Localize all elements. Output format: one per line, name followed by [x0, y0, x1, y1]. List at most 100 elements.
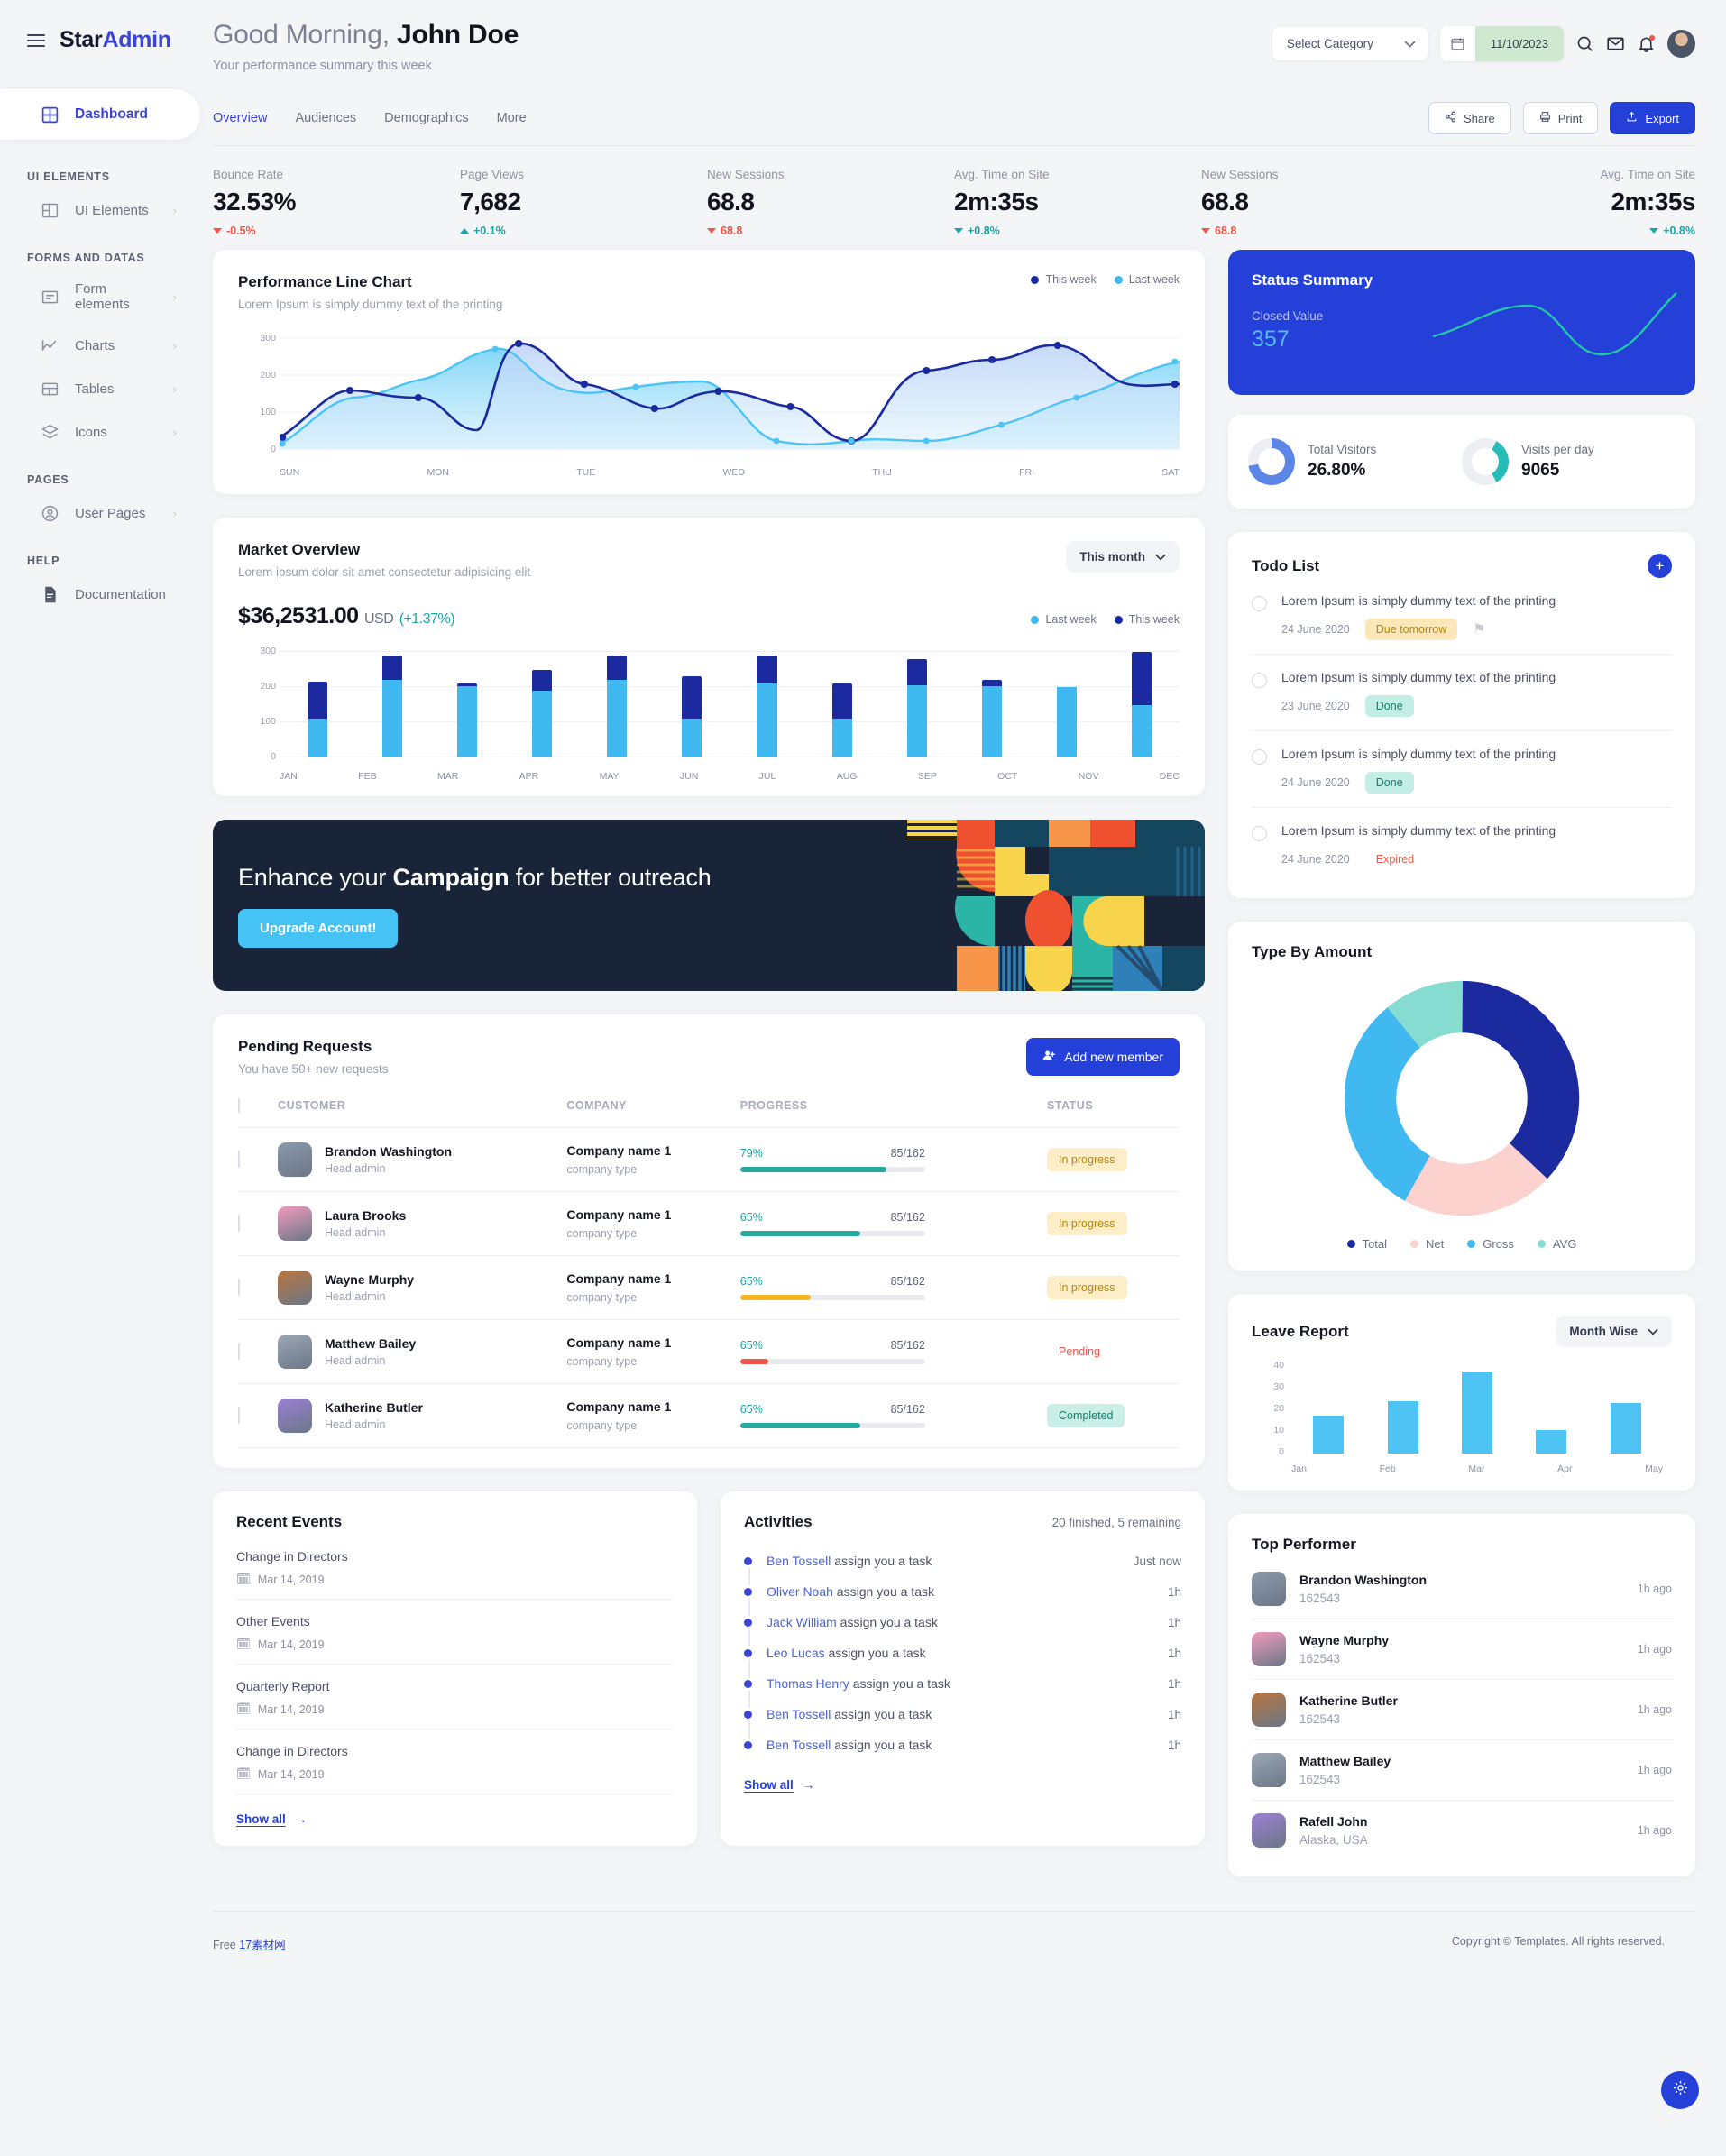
search-icon[interactable] — [1575, 34, 1594, 53]
performer-row[interactable]: Matthew Bailey 162543 1h ago — [1252, 1740, 1672, 1801]
calendar-icon — [1440, 27, 1475, 60]
todo-checkbox[interactable] — [1252, 826, 1267, 841]
performer-row[interactable]: Wayne Murphy 162543 1h ago — [1252, 1619, 1672, 1680]
card-subtitle: You have 50+ new requests — [238, 1062, 389, 1076]
upgrade-account-button[interactable]: Upgrade Account! — [238, 908, 399, 948]
activity-row[interactable]: Ben Tossell assign you a task 1h — [744, 1729, 1181, 1760]
sidebar-item-user-pages[interactable]: User Pages › — [0, 491, 200, 535]
sidebar-item-charts[interactable]: Charts › — [0, 324, 200, 367]
layers-icon — [40, 422, 60, 442]
avatar — [1252, 1813, 1286, 1848]
activity-user-link[interactable]: Thomas Henry — [767, 1676, 849, 1691]
tab-demographics[interactable]: Demographics — [384, 111, 469, 125]
todo-badge: Done — [1364, 695, 1414, 717]
row-checkbox[interactable] — [238, 1407, 240, 1424]
todo-item[interactable]: Lorem Ipsum is simply dummy text of the … — [1252, 578, 1672, 655]
layout-icon — [40, 200, 60, 220]
print-button[interactable]: Print — [1522, 102, 1599, 134]
add-todo-button[interactable]: + — [1648, 554, 1672, 578]
event-row[interactable]: Other Events 🗓 Mar 14, 2019 — [236, 1600, 674, 1665]
pending-requests-table: CUSTOMER COMPANY PROGRESS STATUS Brandon… — [238, 1098, 1180, 1448]
activity-row[interactable]: Ben Tossell assign you a task 1h — [744, 1699, 1181, 1729]
bar-column — [906, 652, 927, 757]
todo-checkbox[interactable] — [1252, 596, 1267, 611]
add-new-member-button[interactable]: Add new member — [1026, 1038, 1180, 1076]
todo-badge: Due tomorrow — [1364, 619, 1458, 640]
todo-checkbox[interactable] — [1252, 749, 1267, 765]
x-tick: SEP — [917, 771, 937, 782]
sidebar-item-icons[interactable]: Icons › — [0, 410, 200, 454]
activity-user-link[interactable]: Jack William — [767, 1615, 837, 1629]
settings-button[interactable] — [1661, 2071, 1699, 2109]
performer-name: Rafell John — [1299, 1814, 1368, 1829]
bell-icon[interactable] — [1637, 34, 1656, 53]
category-select[interactable]: Select Category — [1272, 27, 1428, 60]
table-row[interactable]: Laura Brooks Head admin Company name 1 comp… — [238, 1191, 1180, 1256]
brand-logo[interactable]: StarAdmin — [60, 27, 171, 53]
x-tick: Apr — [1557, 1463, 1573, 1474]
footer-copyright: Copyright © Templates. All rights reserv… — [1451, 1935, 1665, 1948]
sidebar-item-dashboard[interactable]: Dashboard — [0, 89, 200, 140]
export-button[interactable]: Export — [1610, 102, 1695, 134]
todo-item[interactable]: Lorem Ipsum is simply dummy text of the … — [1252, 808, 1672, 884]
y-axis: 300 200 100 0 — [238, 646, 280, 762]
activity-row[interactable]: Thomas Henry assign you a task 1h — [744, 1668, 1181, 1699]
tab-overview[interactable]: Overview — [213, 111, 267, 125]
kpi-delta-value: -0.5% — [226, 225, 256, 237]
table-row[interactable]: Wayne Murphy Head admin Company name 1 comp… — [238, 1255, 1180, 1320]
todo-item[interactable]: Lorem Ipsum is simply dummy text of the … — [1252, 731, 1672, 808]
todo-item[interactable]: Lorem Ipsum is simply dummy text of the … — [1252, 655, 1672, 731]
leave-period-dropdown[interactable]: Month Wise — [1556, 1316, 1672, 1347]
bar-chart-plot: 300 200 100 0 — [238, 646, 1180, 763]
table-row[interactable]: Brandon Washington Head admin Company name… — [238, 1127, 1180, 1192]
kpi-delta: 68.8 — [707, 225, 954, 237]
share-button[interactable]: Share — [1428, 102, 1511, 134]
menu-toggle-icon[interactable] — [27, 33, 45, 47]
select-all-checkbox[interactable] — [238, 1098, 240, 1113]
recent-events-show-all[interactable]: Show all → — [236, 1812, 674, 1826]
todo-checkbox[interactable] — [1252, 673, 1267, 688]
activity-user-link[interactable]: Ben Tossell — [767, 1738, 831, 1752]
kpi-delta: -0.5% — [213, 225, 460, 237]
timeline-dot — [744, 1740, 752, 1749]
company-name: Company name 1 — [566, 1399, 672, 1414]
row-checkbox[interactable] — [238, 1343, 240, 1360]
event-row[interactable]: Change in Directors 🗓 Mar 14, 2019 — [236, 1535, 674, 1600]
activity-user-link[interactable]: Leo Lucas — [767, 1646, 825, 1660]
activities-show-all[interactable]: Show all → — [744, 1778, 1181, 1792]
row-checkbox[interactable] — [238, 1215, 240, 1232]
sidebar-item-tables[interactable]: Tables › — [0, 367, 200, 410]
avatar[interactable] — [1667, 30, 1695, 58]
activity-user-link[interactable]: Ben Tossell — [767, 1554, 831, 1568]
activity-row[interactable]: Leo Lucas assign you a task 1h — [744, 1638, 1181, 1668]
sidebar-item-ui-elements[interactable]: UI Elements › — [0, 188, 200, 232]
footer-link[interactable]: 17素材网 — [239, 1939, 285, 1951]
activity-row[interactable]: Ben Tossell assign you a task Just now — [744, 1546, 1181, 1576]
event-row[interactable]: Quarterly Report 🗓 Mar 14, 2019 — [236, 1665, 674, 1729]
event-row[interactable]: Change in Directors 🗓 Mar 14, 2019 — [236, 1729, 674, 1794]
performer-row[interactable]: Katherine Butler 162543 1h ago — [1252, 1680, 1672, 1740]
sidebar-item-form-elements[interactable]: Form elements › — [0, 270, 200, 324]
performer-row[interactable]: Brandon Washington 162543 1h ago — [1252, 1559, 1672, 1619]
date-picker[interactable]: 11/10/2023 — [1439, 26, 1564, 61]
y-axis: 40 30 20 10 0 — [1252, 1360, 1288, 1457]
sidebar-item-documentation[interactable]: Documentation — [0, 573, 200, 616]
activity-user-link[interactable]: Ben Tossell — [767, 1707, 831, 1721]
sidebar: StarAdmin Dashboard UI ELEMENTS UI Eleme… — [0, 0, 200, 2156]
performer-row[interactable]: Rafell John Alaska, USA 1h ago — [1252, 1801, 1672, 1860]
row-checkbox[interactable] — [238, 1151, 240, 1168]
tab-audiences[interactable]: Audiences — [295, 111, 356, 125]
table-row[interactable]: Katherine Butler Head admin Company name 1… — [238, 1383, 1180, 1448]
legend-item-last-week: Last week — [1031, 613, 1097, 626]
company-type: company type — [566, 1419, 638, 1432]
activity-row[interactable]: Jack William assign you a task 1h — [744, 1607, 1181, 1638]
activity-row[interactable]: Oliver Noah assign you a task 1h — [744, 1576, 1181, 1607]
arrow-down-icon — [707, 228, 716, 234]
legend-label: This week — [1045, 273, 1097, 286]
tab-more[interactable]: More — [497, 111, 527, 125]
activity-user-link[interactable]: Oliver Noah — [767, 1584, 833, 1599]
table-row[interactable]: Matthew Bailey Head admin Company name 1 co… — [238, 1319, 1180, 1384]
row-checkbox[interactable] — [238, 1279, 240, 1296]
mail-icon[interactable] — [1606, 34, 1625, 53]
period-dropdown[interactable]: This month — [1066, 541, 1180, 573]
